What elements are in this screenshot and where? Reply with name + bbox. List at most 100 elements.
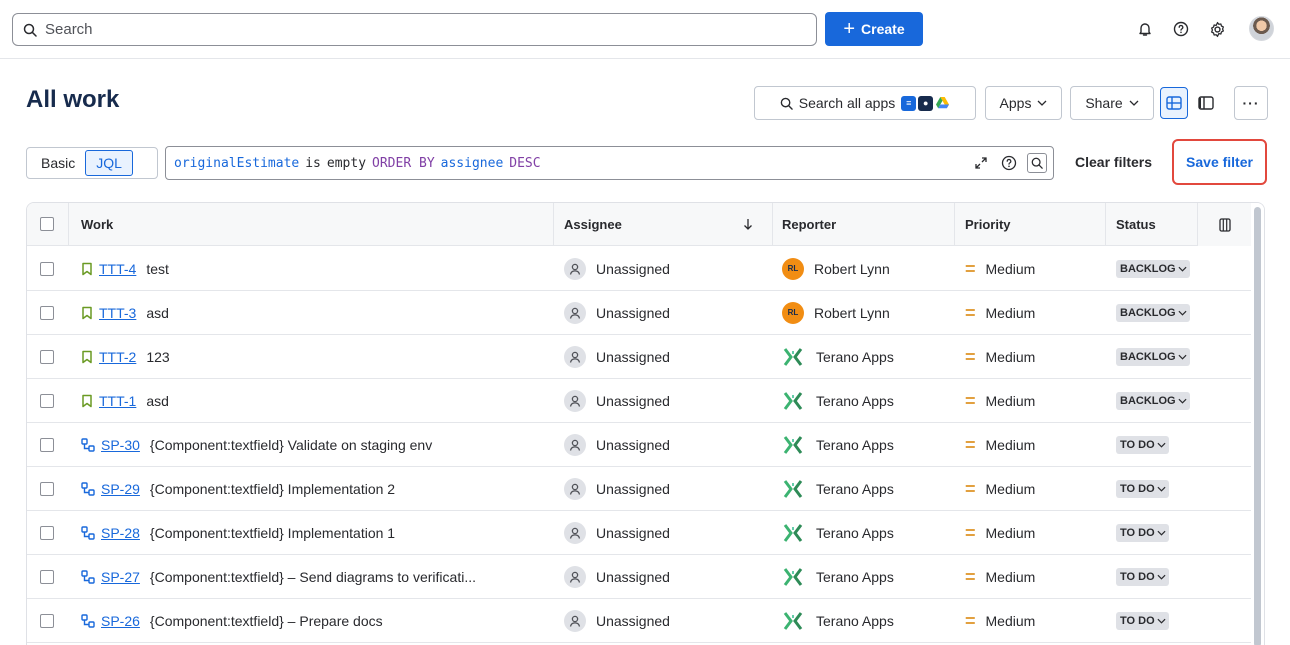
work-item-key-link[interactable]: TTT-4 <box>99 261 136 277</box>
global-search[interactable] <box>12 13 817 46</box>
row-checkbox[interactable] <box>40 569 54 584</box>
settings-gear-icon[interactable] <box>1206 18 1228 40</box>
work-item-key-link[interactable]: TTT-1 <box>99 393 136 409</box>
priority-medium-icon: = <box>965 390 976 411</box>
table-row[interactable]: SP-30 {Component:textfield} Validate on s… <box>27 423 1251 467</box>
work-item-key-link[interactable]: TTT-2 <box>99 349 136 365</box>
select-all-checkbox[interactable] <box>40 217 54 231</box>
work-item-key-link[interactable]: TTT-3 <box>99 305 136 321</box>
row-checkbox[interactable] <box>40 613 54 628</box>
assignee-name[interactable]: Unassigned <box>596 569 670 585</box>
list-view-button[interactable] <box>1160 87 1188 119</box>
priority-label[interactable]: Medium <box>986 349 1036 365</box>
row-checkbox[interactable] <box>40 261 54 276</box>
status-dropdown[interactable]: TO DO <box>1116 435 1169 454</box>
work-item-summary[interactable]: {Component:textfield} Implementation 1 <box>150 525 395 541</box>
work-item-summary[interactable]: {Component:textfield} Implementation 2 <box>150 481 395 497</box>
unassigned-user-icon <box>564 345 586 368</box>
row-checkbox[interactable] <box>40 437 54 452</box>
work-item-summary[interactable]: asd <box>146 393 169 409</box>
table-row[interactable]: TTT-3 asd Unassigned RL Robert Lynn = Medium BA… <box>27 291 1251 335</box>
header-reporter[interactable]: Reporter <box>782 203 836 245</box>
sort-descending-icon[interactable] <box>743 203 753 245</box>
work-item-key-link[interactable]: SP-30 <box>101 437 140 453</box>
jql-help-icon[interactable] <box>999 153 1019 173</box>
work-item-summary[interactable]: {Component:textfield} – Prepare docs <box>150 613 383 629</box>
status-dropdown[interactable]: TO DO <box>1116 567 1169 586</box>
row-checkbox[interactable] <box>40 349 54 364</box>
priority-label[interactable]: Medium <box>986 437 1036 453</box>
jql-mode-option[interactable]: JQL <box>85 150 133 176</box>
search-input[interactable] <box>45 21 805 38</box>
work-item-summary[interactable]: test <box>146 261 169 277</box>
status-dropdown[interactable]: TO DO <box>1116 611 1169 630</box>
status-label: BACKLOG <box>1120 394 1176 407</box>
table-scrollbar[interactable] <box>1251 203 1264 645</box>
priority-label[interactable]: Medium <box>986 393 1036 409</box>
search-icon <box>23 23 37 37</box>
user-avatar[interactable] <box>1249 16 1274 41</box>
work-item-key-link[interactable]: SP-29 <box>101 481 140 497</box>
work-item-summary[interactable]: {Component:textfield} – Send diagrams to… <box>150 569 476 585</box>
run-search-icon[interactable] <box>1027 153 1047 173</box>
assignee-name[interactable]: Unassigned <box>596 261 670 277</box>
share-dropdown-button[interactable]: Share <box>1070 86 1154 120</box>
table-row[interactable]: TTT-4 test Unassigned RL Robert Lynn = Medium B… <box>27 247 1251 291</box>
priority-label[interactable]: Medium <box>986 261 1036 277</box>
work-item-summary[interactable]: asd <box>146 305 169 321</box>
status-dropdown[interactable]: BACKLOG <box>1116 347 1190 366</box>
status-dropdown[interactable]: BACKLOG <box>1116 303 1190 322</box>
status-dropdown[interactable]: TO DO <box>1116 523 1169 542</box>
priority-label[interactable]: Medium <box>986 569 1036 585</box>
work-item-summary[interactable]: 123 <box>146 349 169 365</box>
assignee-name[interactable]: Unassigned <box>596 393 670 409</box>
header-assignee[interactable]: Assignee <box>564 203 622 245</box>
more-actions-button[interactable]: ··· <box>1234 86 1268 120</box>
work-item-key-link[interactable]: SP-27 <box>101 569 140 585</box>
header-work[interactable]: Work <box>81 203 113 245</box>
detail-view-button[interactable] <box>1192 87 1220 119</box>
row-checkbox[interactable] <box>40 393 54 408</box>
table-row[interactable]: TTT-2 123 Unassigned Terano Apps = Medium BACK… <box>27 335 1251 379</box>
work-item-key-link[interactable]: SP-26 <box>101 613 140 629</box>
create-button[interactable]: + Create <box>825 12 923 46</box>
priority-label[interactable]: Medium <box>986 305 1036 321</box>
jql-order-by-token: ORDER BY <box>372 155 435 171</box>
row-checkbox[interactable] <box>40 481 54 496</box>
table-row[interactable]: TTT-1 asd Unassigned Terano Apps = Medium BACK… <box>27 379 1251 423</box>
basic-mode-option[interactable]: Basic <box>31 150 85 176</box>
jql-query-input[interactable]: originalEstimate is empty ORDER BY assig… <box>165 146 1054 180</box>
table-row[interactable]: SP-27 {Component:textfield} – Send diagra… <box>27 555 1251 599</box>
assignee-name[interactable]: Unassigned <box>596 613 670 629</box>
table-row[interactable]: SP-29 {Component:textfield} Implementatio… <box>27 467 1251 511</box>
table-row[interactable]: SP-28 {Component:textfield} Implementatio… <box>27 511 1251 555</box>
scrollbar-thumb[interactable] <box>1254 207 1261 645</box>
assignee-name[interactable]: Unassigned <box>596 525 670 541</box>
assignee-name[interactable]: Unassigned <box>596 481 670 497</box>
priority-label[interactable]: Medium <box>986 481 1036 497</box>
save-filter-button[interactable]: Save filter <box>1172 139 1267 185</box>
table-row[interactable]: SP-26 {Component:textfield} – Prepare doc… <box>27 599 1251 643</box>
chevron-down-icon <box>1157 486 1166 492</box>
work-item-summary[interactable]: {Component:textfield} Validate on stagin… <box>150 437 432 453</box>
assignee-name[interactable]: Unassigned <box>596 437 670 453</box>
priority-label[interactable]: Medium <box>986 613 1036 629</box>
status-dropdown[interactable]: BACKLOG <box>1116 391 1190 410</box>
assignee-name[interactable]: Unassigned <box>596 349 670 365</box>
row-checkbox[interactable] <box>40 305 54 320</box>
work-item-key-link[interactable]: SP-28 <box>101 525 140 541</box>
assignee-name[interactable]: Unassigned <box>596 305 670 321</box>
header-status[interactable]: Status <box>1116 203 1156 245</box>
header-priority[interactable]: Priority <box>965 203 1011 245</box>
clear-filters-button[interactable]: Clear filters <box>1075 154 1152 170</box>
expand-icon[interactable] <box>971 153 991 173</box>
status-dropdown[interactable]: TO DO <box>1116 479 1169 498</box>
row-checkbox[interactable] <box>40 525 54 540</box>
status-dropdown[interactable]: BACKLOG <box>1116 259 1190 278</box>
search-all-apps-button[interactable]: Search all apps ≡ ● <box>754 86 976 120</box>
priority-label[interactable]: Medium <box>986 525 1036 541</box>
column-settings-button[interactable] <box>1197 203 1251 246</box>
help-icon[interactable] <box>1170 18 1192 40</box>
notifications-icon[interactable] <box>1134 18 1156 40</box>
apps-dropdown-button[interactable]: Apps <box>985 86 1062 120</box>
